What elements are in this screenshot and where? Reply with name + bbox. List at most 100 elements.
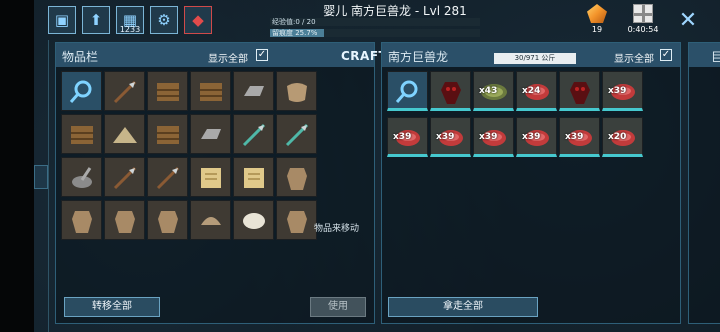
dino-inventory-slot[interactable]: x20 bbox=[602, 117, 643, 157]
inventory-slot[interactable] bbox=[190, 114, 231, 154]
backpack-icon: ▣ bbox=[54, 11, 70, 29]
inventory-slot[interactable] bbox=[233, 157, 274, 197]
inventory-slot[interactable] bbox=[233, 71, 274, 111]
bandage-icon bbox=[240, 207, 268, 235]
inventory-slot[interactable] bbox=[61, 71, 102, 111]
dino-inventory-slot[interactable]: x39 bbox=[473, 117, 514, 157]
experience-text: 经验值:0 / 20 bbox=[272, 18, 316, 26]
dino-inventory-slot[interactable]: x43 bbox=[473, 71, 514, 111]
dino-inventory-slot[interactable]: x24 bbox=[516, 71, 557, 111]
inventory-slot[interactable] bbox=[104, 157, 145, 197]
engram-icon: ⬆ bbox=[89, 11, 103, 29]
metal-ingot-icon bbox=[240, 78, 268, 106]
wood-ramp-icon bbox=[68, 121, 96, 149]
element-icon: ◆ bbox=[192, 11, 204, 29]
imprint-text: 留痕度 25.7% bbox=[272, 29, 318, 37]
cloth-pants-alt-icon bbox=[154, 207, 182, 235]
experience-bar: 经验值:0 / 20 bbox=[270, 18, 480, 26]
gift-icon bbox=[633, 4, 653, 23]
cloth-shirt-icon bbox=[283, 164, 311, 192]
left-side-tab[interactable] bbox=[34, 165, 48, 189]
inventory-slot[interactable] bbox=[233, 200, 274, 240]
item-quantity: x39 bbox=[522, 132, 541, 142]
settings-button[interactable]: ⚙ bbox=[150, 6, 178, 34]
cloth-gloves-icon bbox=[68, 207, 96, 235]
item-quantity: x39 bbox=[479, 132, 498, 142]
cloth-hat-icon bbox=[197, 207, 225, 235]
inventory-slot[interactable] bbox=[147, 114, 188, 154]
backpack-button[interactable]: ▣ bbox=[48, 6, 76, 34]
inventory-slot[interactable] bbox=[190, 157, 231, 197]
torch-icon bbox=[111, 164, 139, 192]
thatch-roof-icon bbox=[111, 121, 139, 149]
element-button[interactable]: ◆ bbox=[184, 6, 212, 34]
close-icon: ✕ bbox=[678, 8, 698, 33]
engram-button[interactable]: ⬆ bbox=[82, 6, 110, 34]
stone-slab-icon bbox=[197, 121, 225, 149]
gift-button[interactable]: 0:40:54 bbox=[628, 4, 658, 34]
inventory-slot[interactable] bbox=[276, 114, 317, 154]
dino-show-all-checkbox[interactable]: ✓ bbox=[660, 49, 672, 61]
dino-inventory-slot[interactable] bbox=[559, 71, 600, 111]
dino-inventory-slot[interactable]: x39 bbox=[559, 117, 600, 157]
cloth-pants-icon bbox=[111, 207, 139, 235]
inventory-slot[interactable] bbox=[147, 157, 188, 197]
close-button[interactable]: ✕ bbox=[676, 9, 700, 33]
inventory-header: 物品栏 显示全部 ✓ CRAFTING bbox=[56, 43, 413, 67]
right-panel-title: 巨 bbox=[711, 50, 720, 64]
spear-icon bbox=[111, 78, 139, 106]
inventory-slot[interactable] bbox=[104, 71, 145, 111]
search-icon bbox=[394, 78, 422, 106]
item-quantity: x39 bbox=[393, 132, 412, 142]
dino-show-all-label: 显示全部 bbox=[614, 54, 654, 65]
item-quantity: x24 bbox=[522, 86, 541, 96]
inventory-slot[interactable] bbox=[61, 114, 102, 154]
inventory-slot[interactable] bbox=[190, 200, 231, 240]
item-quantity: x39 bbox=[608, 86, 627, 96]
use-button[interactable]: 使用 bbox=[310, 297, 366, 317]
show-all-label: 显示全部 bbox=[208, 54, 248, 65]
item-quantity: x20 bbox=[608, 132, 627, 142]
tribe-button[interactable]: ▦ 1233 bbox=[116, 6, 144, 34]
metal-pike-icon bbox=[283, 121, 311, 149]
metal-spear-icon bbox=[240, 121, 268, 149]
inventory-slot[interactable] bbox=[147, 200, 188, 240]
take-all-button[interactable]: 拿走全部 bbox=[388, 297, 538, 317]
imprint-bar: 留痕度 25.7% bbox=[270, 29, 480, 37]
dino-inventory-panel: 南方巨兽龙 30/971 公斤 显示全部 ✓ x43 x24 x39 x39 x39 x3… bbox=[381, 42, 681, 324]
move-label: 物品来移动 bbox=[314, 224, 360, 234]
right-panel: 巨 bbox=[688, 42, 720, 324]
inventory-panel: 物品栏 显示全部 ✓ CRAFTING 物品来移动 转移全部 使用 bbox=[55, 42, 413, 324]
gift-timer: 0:40:54 bbox=[627, 25, 659, 34]
inventory-slot[interactable] bbox=[233, 114, 274, 154]
dino-inventory-slot[interactable]: x39 bbox=[516, 117, 557, 157]
dino-inventory-slot[interactable] bbox=[430, 71, 471, 111]
inventory-slot[interactable] bbox=[104, 200, 145, 240]
inventory-slot[interactable] bbox=[276, 200, 317, 240]
item-quantity: x43 bbox=[479, 86, 498, 96]
dino-inventory-title: 南方巨兽龙 bbox=[388, 50, 449, 64]
element-shop-button[interactable]: 19 bbox=[583, 4, 611, 34]
thatch-foundation-icon bbox=[154, 121, 182, 149]
inventory-slot[interactable] bbox=[104, 114, 145, 154]
show-all-checkbox[interactable]: ✓ bbox=[256, 49, 268, 61]
inventory-slot[interactable] bbox=[276, 157, 317, 197]
inventory-slot[interactable] bbox=[276, 71, 317, 111]
item-quantity: x39 bbox=[436, 132, 455, 142]
dino-inventory-slot[interactable]: x39 bbox=[387, 117, 428, 157]
dino-inventory-slot[interactable] bbox=[387, 71, 428, 111]
dino-inventory-slot[interactable]: x39 bbox=[602, 71, 643, 111]
dino-inventory-slot[interactable]: x39 bbox=[430, 117, 471, 157]
cloth-boots-icon bbox=[283, 207, 311, 235]
dino-header: 南方巨兽龙 30/971 公斤 显示全部 ✓ bbox=[382, 43, 680, 67]
inventory-slot[interactable] bbox=[61, 200, 102, 240]
gear-icon: ⚙ bbox=[157, 11, 171, 29]
inventory-slot[interactable] bbox=[61, 157, 102, 197]
inventory-slot[interactable] bbox=[147, 71, 188, 111]
search-icon bbox=[68, 78, 96, 106]
element-gem-icon bbox=[587, 4, 607, 23]
map-icon bbox=[240, 164, 268, 192]
pick-icon bbox=[154, 164, 182, 192]
inventory-slot[interactable] bbox=[190, 71, 231, 111]
transfer-all-button[interactable]: 转移全部 bbox=[64, 297, 160, 317]
